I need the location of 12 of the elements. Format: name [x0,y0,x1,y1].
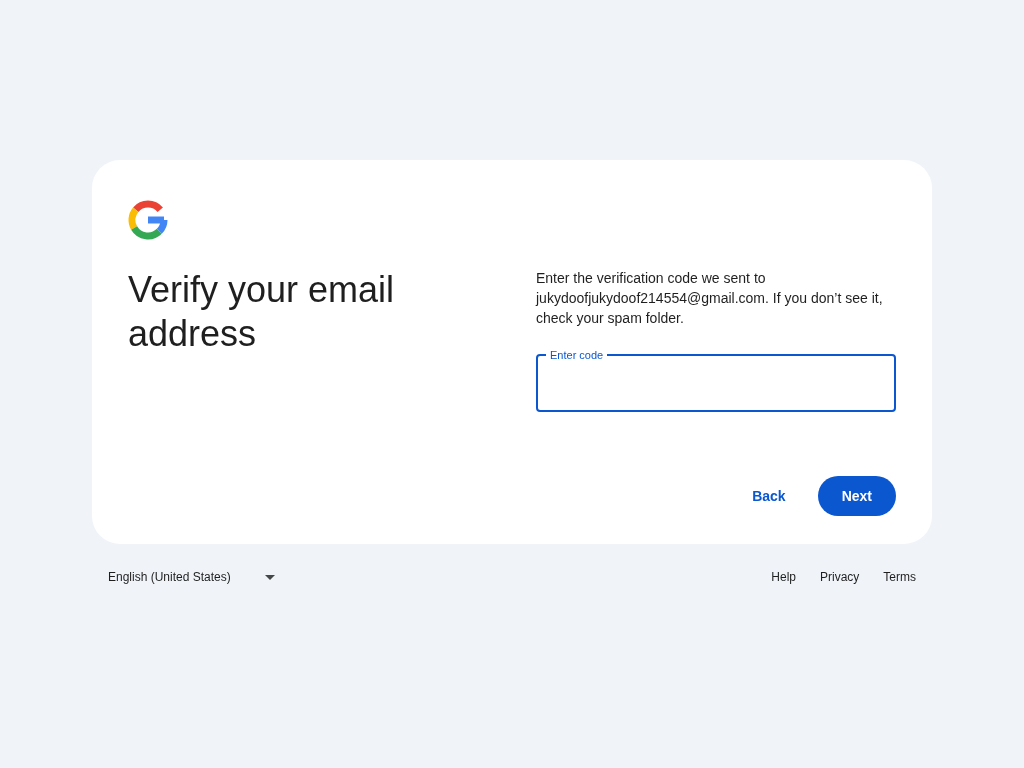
language-select[interactable]: English (United States) [108,564,275,590]
footer-link[interactable]: Help [763,564,804,590]
back-button[interactable]: Back [728,476,810,516]
logo-icon [128,200,168,240]
instructions-text: Enter the verification code we sent to jukydoofjukydoof214554@gmail.com. If you don’t see it, check your spam folder. [536,269,884,328]
footer-link[interactable]: Terms [875,564,924,590]
caret-icon [264,574,275,580]
page-heading: Verify your email address [128,268,396,356]
field-label: Enter code [549,348,605,362]
next-button[interactable]: Next [817,476,896,516]
code-field[interactable]: Enter code [536,348,896,412]
footer-link[interactable]: Privacy [812,564,868,590]
